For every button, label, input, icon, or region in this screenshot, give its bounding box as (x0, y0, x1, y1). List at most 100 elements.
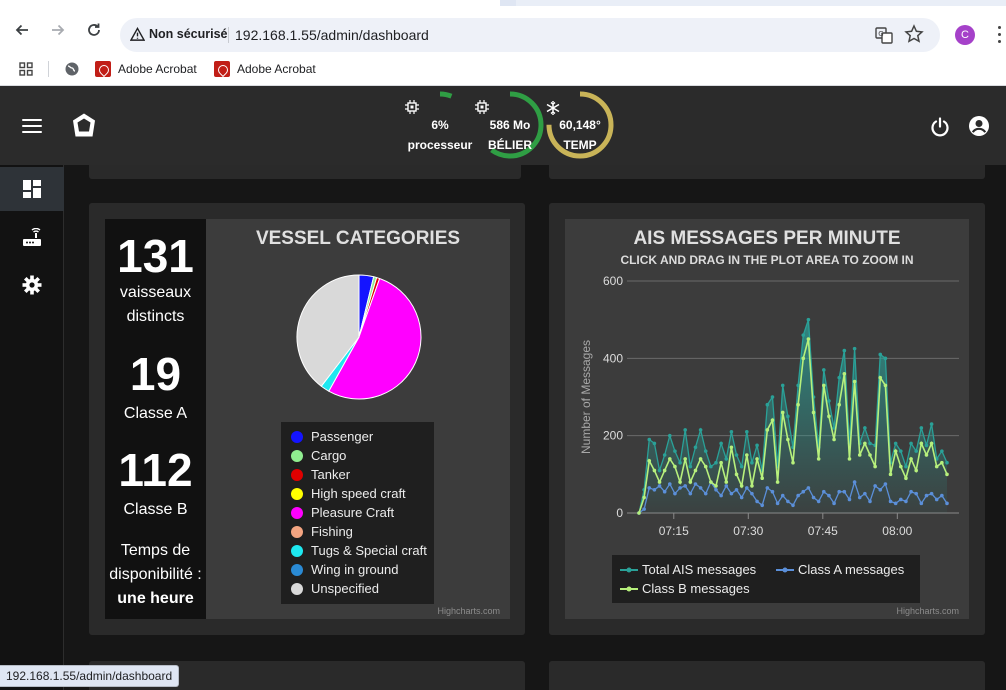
data-point-class-b-messages (642, 495, 646, 500)
data-point-class-b-messages (806, 337, 811, 341)
account-icon[interactable] (968, 115, 990, 137)
data-point-class-b-messages (791, 460, 795, 465)
class-a-label: Classe A (123, 405, 188, 422)
data-point-total-ais-messages (786, 414, 790, 419)
class-a-count: 19 (129, 348, 182, 400)
bookmark-star-icon[interactable] (904, 24, 924, 44)
data-point-class-b-messages (683, 457, 687, 461)
forward-arrow-icon (52, 24, 65, 36)
data-point-total-ais-messages (734, 453, 739, 457)
data-point-class-a-messages (729, 491, 734, 496)
legend-marker (291, 563, 303, 576)
legend-item-tanker[interactable]: Tanker (291, 465, 350, 484)
legend-label: Unspecified (311, 581, 379, 596)
data-point-class-b-messages (673, 464, 677, 469)
data-point-class-a-messages (796, 493, 800, 498)
legend-item-passenger[interactable]: Passenger (291, 427, 373, 446)
data-point-class-b-messages (775, 480, 780, 484)
data-point-class-a-messages (750, 491, 754, 496)
data-point-class-a-messages (760, 503, 764, 508)
forward-button[interactable] (46, 18, 70, 42)
pie-credits[interactable]: Highcharts.com (437, 606, 500, 616)
data-point-total-ais-messages (770, 395, 775, 399)
globe-bookmark[interactable] (64, 59, 80, 79)
data-point-class-a-messages (832, 501, 836, 506)
ais-credits[interactable]: Highcharts.com (896, 606, 959, 616)
data-point-total-ais-messages (750, 460, 754, 465)
legend-item-unspecified[interactable]: Unspecified (291, 579, 379, 598)
data-point-class-a-messages (647, 486, 652, 490)
reload-button[interactable] (82, 18, 106, 42)
warning-icon[interactable] (130, 27, 145, 42)
apps-button[interactable] (18, 59, 34, 79)
sidebar-item-dashboard[interactable] (0, 167, 64, 211)
app-header: 6% processeur 586 Mo BÉLIER 60,148° TEMP (0, 86, 1006, 165)
y-tick-label: 200 (603, 429, 623, 443)
class-b-count: 112 (118, 444, 193, 496)
data-point-class-b-messages (868, 453, 872, 457)
data-point-class-a-messages (893, 501, 898, 506)
omnibox-divider (228, 27, 229, 43)
data-point-class-b-messages (745, 453, 749, 457)
legend-label: Fishing (311, 524, 353, 539)
vessel-pie-chart: VESSEL CATEGORIES Passenger Cargo Tanker… (206, 219, 510, 619)
x-tick-label: 07:15 (659, 524, 689, 538)
address-bar[interactable]: Non sécurisé 192.168.1.55/admin/dashboar… (120, 18, 940, 52)
data-point-class-a-messages (883, 482, 888, 486)
data-point-total-ais-messages (842, 348, 847, 353)
data-point-class-a-messages (852, 480, 857, 484)
data-point-class-a-messages (657, 484, 662, 488)
legend-item-cargo[interactable]: Cargo (291, 446, 346, 465)
class-b-label: Classe B (123, 501, 188, 518)
legend-item-pleasure-craft[interactable]: Pleasure Craft (291, 503, 394, 522)
y-axis-label: Number of Messages (579, 340, 593, 454)
sidebar-item-router[interactable] (0, 216, 64, 260)
translate-icon[interactable]: G (874, 25, 894, 45)
data-point-class-a-messages (909, 489, 913, 494)
data-point-class-a-messages (929, 491, 934, 496)
legend-label: High speed craft (311, 486, 406, 501)
bookmark-adobe-acrobat-1[interactable]: Adobe Acrobat (95, 59, 197, 79)
data-point-class-a-messages (688, 491, 693, 496)
data-point-class-b-messages (652, 468, 657, 473)
data-point-class-b-messages (929, 441, 934, 446)
legend-marker (291, 487, 303, 500)
url-text[interactable]: 192.168.1.55/admin/dashboard (235, 27, 429, 43)
legend-item-class-b[interactable]: Class B messages (620, 579, 750, 598)
data-point-class-a-messages (739, 495, 744, 500)
data-point-total-ais-messages (688, 464, 693, 469)
data-point-total-ais-messages (945, 460, 949, 465)
data-point-class-b-messages (668, 457, 672, 461)
app-logo-icon[interactable] (70, 111, 98, 139)
data-point-class-b-messages (755, 457, 759, 461)
data-point-total-ais-messages (678, 460, 682, 465)
legend-marker (291, 430, 303, 443)
profile-avatar[interactable]: C (955, 25, 975, 45)
data-point-total-ais-messages (780, 383, 785, 388)
security-label[interactable]: Non sécurisé (149, 27, 228, 41)
data-point-class-b-messages (714, 484, 718, 488)
legend-item-fishing[interactable]: Fishing (291, 522, 353, 541)
legend-item-high-speed-craft[interactable]: High speed craft (291, 484, 406, 503)
legend-item-total-ais[interactable]: Total AIS messages (620, 560, 756, 579)
bookmark-adobe-acrobat-2[interactable]: Adobe Acrobat (214, 59, 316, 79)
legend-marker (291, 525, 303, 538)
power-icon[interactable] (929, 116, 951, 138)
legend-item-tugs[interactable]: Tugs & Special craft (291, 541, 427, 560)
data-point-class-a-messages (678, 486, 682, 490)
browser-menu-icon[interactable] (996, 22, 1006, 50)
data-point-class-b-messages (703, 464, 708, 469)
menu-toggle-icon[interactable] (22, 119, 42, 133)
data-point-total-ais-messages (683, 428, 687, 432)
sidebar-item-settings[interactable] (0, 263, 64, 307)
legend-item-class-a[interactable]: Class A messages (776, 560, 904, 579)
back-button[interactable] (10, 18, 34, 42)
data-point-class-a-messages (791, 503, 795, 508)
legend-item-wing-in-ground[interactable]: Wing in ground (291, 560, 398, 579)
data-point-class-b-messages (637, 511, 641, 515)
data-point-class-a-messages (745, 486, 749, 490)
data-point-class-b-messages (909, 457, 913, 461)
data-point-class-b-messages (899, 464, 903, 469)
data-point-total-ais-messages (940, 449, 944, 453)
card-top-right (549, 165, 985, 179)
